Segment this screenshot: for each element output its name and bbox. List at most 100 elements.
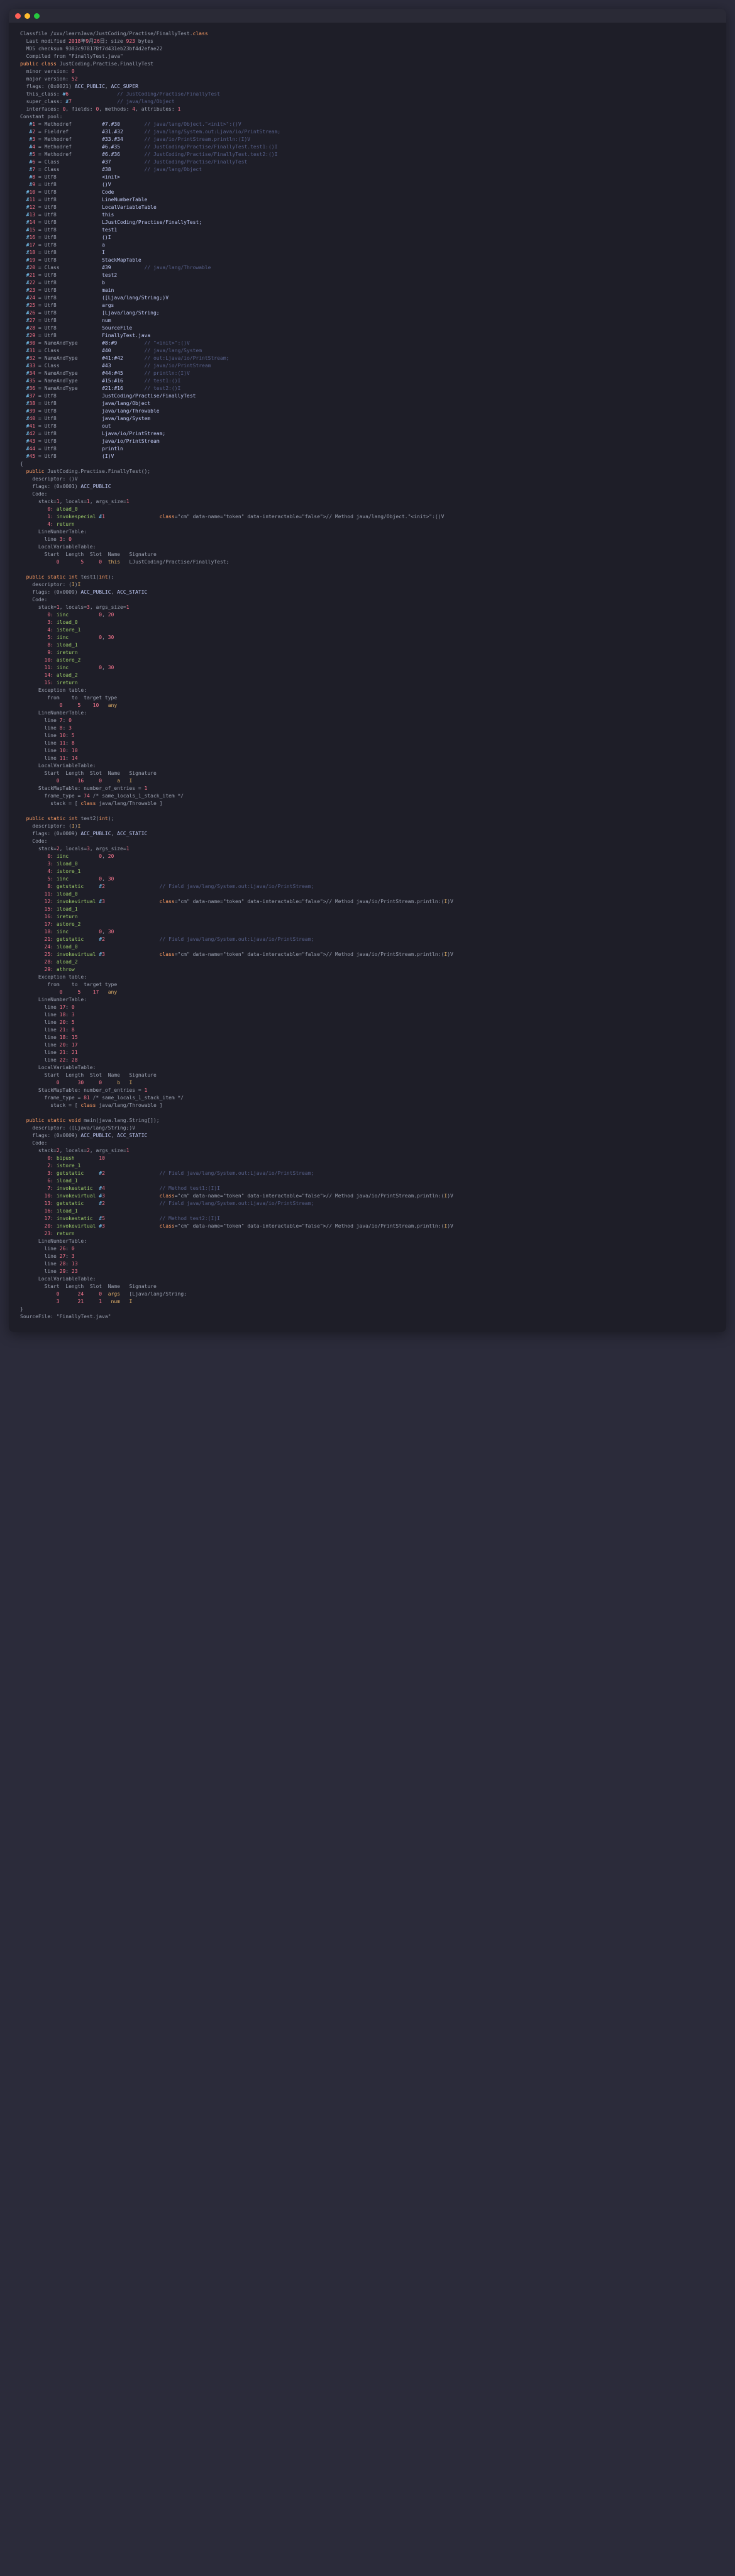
token: 1 (57, 604, 60, 610)
token: #40 (26, 416, 35, 421)
token: 1 (178, 106, 181, 112)
token: 21: (20, 936, 53, 942)
token: b (57, 280, 105, 286)
token: Utf8 (45, 204, 57, 210)
token: istore_1 (57, 1163, 81, 1169)
token: // java/lang/Throwable (111, 265, 211, 270)
token: I (444, 952, 447, 957)
token: 3 (69, 725, 72, 731)
token: 22 (29, 280, 35, 286)
token: invokevirtual (57, 952, 96, 957)
token: int (69, 574, 77, 580)
token: 7 (32, 167, 35, 172)
token: I (444, 899, 447, 904)
token: #18 (26, 250, 35, 255)
token: Utf8 (45, 423, 57, 429)
token: 33 (29, 363, 35, 369)
token: NameAndType (45, 378, 78, 384)
token: from (53, 53, 65, 59)
token: 3 (102, 952, 105, 957)
token: Name (108, 770, 120, 776)
token: #31 (26, 348, 35, 353)
token: flags (32, 1133, 47, 1138)
token: Utf8 (45, 242, 57, 248)
token: I (78, 823, 81, 829)
token: Utf8 (45, 287, 57, 293)
token: #2 (99, 884, 105, 889)
token: class (80, 801, 96, 806)
token: Utf8 (45, 401, 57, 406)
token: I (129, 778, 132, 784)
close-icon[interactable] (15, 13, 21, 19)
token: 20: (20, 1223, 53, 1229)
token: 0 (60, 989, 63, 995)
token: println (57, 446, 123, 452)
token: 0: (20, 853, 53, 859)
token: iinc (57, 665, 69, 670)
token: return (57, 1231, 75, 1236)
token: 30 (108, 635, 114, 640)
token: 0 (72, 69, 75, 74)
token: public (20, 61, 38, 67)
token: 5: (20, 635, 53, 640)
token: 0: (20, 612, 53, 618)
javap-output: Classfile /xxx/learnJava/JustCoding/Prac… (9, 23, 726, 1332)
token: #36 (26, 386, 35, 391)
token: stack (38, 846, 53, 852)
token: int (69, 816, 77, 821)
token: // java/io/PrintStream.println:(I)V (123, 136, 250, 142)
token: NameAndType (45, 340, 78, 346)
token: 0 (57, 778, 60, 784)
token: 36 (29, 386, 35, 391)
token: iload_0 (57, 861, 78, 867)
token: Utf8 (45, 212, 57, 218)
token: #6 (62, 91, 69, 97)
token: // Field java/lang/System.out:Ljava/io/P… (105, 1201, 314, 1206)
token: 2 (57, 846, 60, 852)
token: // out:Ljava/io/PrintStream; (123, 355, 229, 361)
token: 0 (57, 1291, 60, 1297)
token: 42 (29, 431, 35, 436)
token: Class (45, 363, 60, 369)
token: #7 (29, 167, 35, 172)
token: LineNumberTable (57, 197, 148, 203)
token: iload_0 (57, 944, 78, 950)
token: Utf8 (45, 453, 57, 459)
token: args_size (96, 846, 123, 852)
token: aload_0 (57, 506, 78, 512)
token: 25: (20, 952, 53, 957)
token: 20 (108, 612, 114, 618)
token: 6: (20, 1178, 53, 1184)
token: 1 (144, 786, 147, 791)
token: #43 (26, 438, 35, 444)
token: #32 (26, 355, 35, 361)
token: invokestatic (57, 1216, 93, 1221)
token: NameAndType (45, 355, 78, 361)
minimize-icon[interactable] (25, 13, 30, 19)
token: flags (32, 484, 47, 489)
token: 29: (20, 967, 53, 972)
token: I (444, 1223, 447, 1229)
token: 3 (72, 1012, 75, 1018)
token: // test1:()I (123, 378, 181, 384)
token: ACC_PUBLIC (75, 84, 105, 89)
token: #26 (26, 310, 35, 316)
token: // Method test1:(I)I (105, 1185, 220, 1191)
token: I (78, 582, 81, 587)
token: 3 (60, 536, 63, 542)
token: 18 (60, 1012, 66, 1018)
token: #1 (29, 121, 35, 127)
token: iload_1 (57, 1208, 78, 1214)
token: any (108, 702, 117, 708)
token: getstatic (57, 936, 84, 942)
maximize-icon[interactable] (34, 13, 40, 19)
token: 9: (20, 650, 53, 655)
token: 27 (29, 318, 35, 323)
token: class (160, 1223, 175, 1229)
token: Utf8 (45, 310, 57, 316)
token: #33 (26, 363, 35, 369)
token: args (57, 303, 114, 308)
token: iload_1 (57, 642, 78, 648)
token: invokevirtual (57, 899, 96, 904)
token: stack (38, 1148, 53, 1153)
